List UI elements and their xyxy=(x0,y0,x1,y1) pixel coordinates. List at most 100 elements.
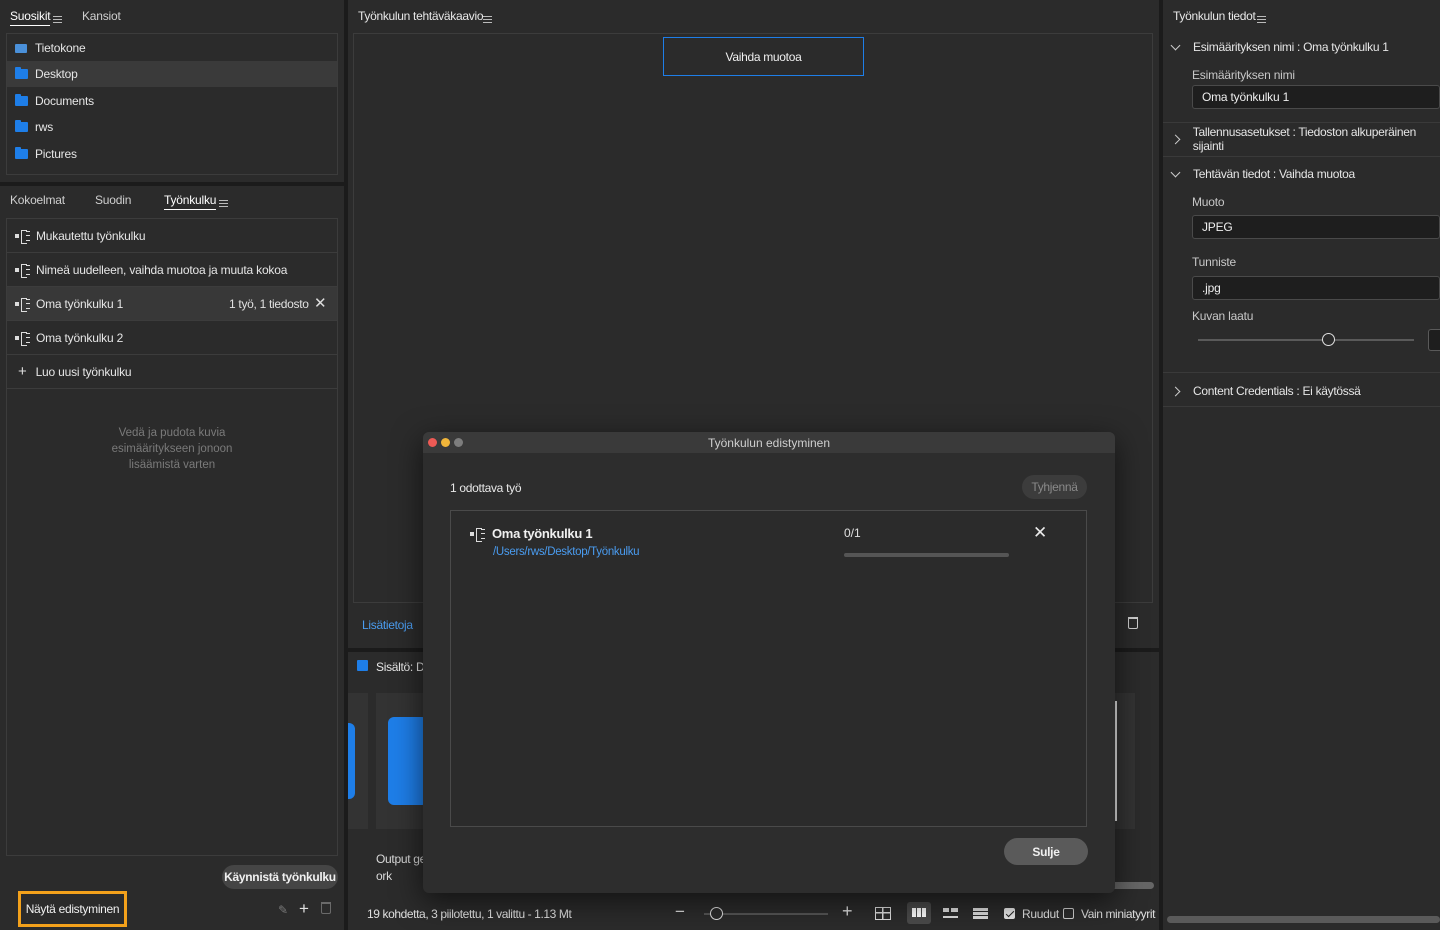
tab-favorites[interactable]: Suosikit xyxy=(10,9,51,26)
grid-view-button[interactable] xyxy=(871,902,895,924)
delete-task-icon[interactable] xyxy=(1128,617,1138,629)
favorite-computer[interactable]: Tietokone xyxy=(7,35,337,61)
extension-label: Tunniste xyxy=(1192,255,1236,269)
drop-hint-line: esimääritykseen jonoon xyxy=(111,443,233,455)
remove-workflow-icon[interactable]: ✕ xyxy=(314,294,327,312)
folder-icon xyxy=(15,67,28,79)
folder-icon xyxy=(15,94,28,106)
grid-checkbox-label: Ruudut xyxy=(1022,907,1059,921)
thumbnail-view-button[interactable] xyxy=(907,902,931,924)
add-icon[interactable]: + xyxy=(299,899,309,919)
list-view-button[interactable] xyxy=(968,902,992,924)
folder-icon xyxy=(388,717,428,805)
section-label: Esimäärityksen nimi : Oma työnkulku 1 xyxy=(1193,40,1389,54)
workflow-details-title: Työnkulun tiedot xyxy=(1173,9,1256,23)
workflow-label: Oma työnkulku 1 xyxy=(36,296,124,311)
workflow-icon xyxy=(470,528,486,542)
thumbs-only-checkbox[interactable] xyxy=(1063,908,1074,919)
format-select[interactable]: JPEG xyxy=(1192,215,1440,239)
favorite-label: rws xyxy=(35,120,54,134)
favorites-menu-icon[interactable] xyxy=(53,16,62,24)
section-content-credentials[interactable]: Content Credentials : Ei käytössä xyxy=(1167,374,1440,408)
section-task-details[interactable]: Tehtävän tiedot : Vaihda muotoa xyxy=(1167,157,1440,191)
start-workflow-button[interactable]: Käynnistä työnkulku xyxy=(222,865,338,889)
tab-folders[interactable]: Kansiot xyxy=(82,9,121,23)
chevron-right-icon xyxy=(1170,134,1181,144)
job-name: Oma työnkulku 1 xyxy=(492,526,593,541)
minimize-window-icon[interactable] xyxy=(441,438,450,447)
output-text: Output ger xyxy=(376,852,430,866)
workflow-label: Nimeä uudelleen, vaihda muotoa ja muuta … xyxy=(36,262,288,277)
zoom-window-icon[interactable] xyxy=(454,438,463,447)
divider xyxy=(1163,406,1440,407)
list-icon xyxy=(972,907,988,919)
task-diagram-title: Työnkulun tehtäväkaavio xyxy=(358,9,484,23)
job-count: 0/1 xyxy=(844,526,861,540)
workflow-meta: 1 työ, 1 tiedosto xyxy=(229,297,309,311)
workflow-item-custom[interactable]: Mukautettu työnkulku xyxy=(7,219,337,253)
trash-icon[interactable] xyxy=(321,902,331,914)
workflow-icon xyxy=(15,229,31,244)
quality-slider[interactable] xyxy=(1198,339,1414,341)
drop-hint-line: lisäämistä varten xyxy=(128,459,216,471)
job-progress-bar xyxy=(844,553,1009,557)
tab-filter[interactable]: Suodin xyxy=(95,193,131,207)
favorite-pictures[interactable]: Pictures xyxy=(7,141,337,167)
section-preset-name[interactable]: Esimäärityksen nimi : Oma työnkulku 1 xyxy=(1167,30,1440,64)
workflow-icon xyxy=(15,297,31,312)
zoom-out-icon[interactable]: − xyxy=(675,902,685,922)
favorite-label: Documents xyxy=(35,94,94,108)
quality-label: Kuvan laatu xyxy=(1192,309,1254,323)
section-label: Tehtävän tiedot : Vaihda muotoa xyxy=(1193,167,1355,181)
job-path-link[interactable]: /Users/rws/Desktop/Työnkulku xyxy=(493,546,640,558)
zoom-in-icon[interactable]: + xyxy=(842,901,853,922)
status-text: 19 kohdetta, 3 piilotettu, 1 valittu - 1… xyxy=(367,907,572,921)
close-dialog-button[interactable]: Sulje xyxy=(1004,838,1088,865)
thumbnail-1[interactable] xyxy=(348,693,368,829)
right-scrollbar[interactable] xyxy=(1167,916,1440,923)
show-progress-button[interactable]: Näytä edistyminen xyxy=(18,891,127,927)
task-node-convert[interactable]: Vaihda muotoa xyxy=(663,37,864,76)
chevron-down-icon xyxy=(1170,167,1181,177)
thumbnail-3[interactable] xyxy=(1115,693,1135,829)
workflow-menu-icon[interactable] xyxy=(219,200,228,208)
preset-name-input[interactable]: Oma työnkulku 1 xyxy=(1192,85,1440,109)
preset-name-label: Esimäärityksen nimi xyxy=(1192,68,1295,82)
folder-icon xyxy=(15,120,28,132)
task-diagram-menu-icon[interactable] xyxy=(483,16,492,24)
workflow-item-own-2[interactable]: Oma työnkulku 2 xyxy=(7,321,337,355)
quality-slider-thumb[interactable] xyxy=(1321,333,1335,346)
detail-view-button[interactable] xyxy=(938,902,962,924)
create-workflow-item[interactable]: + Luo uusi työnkulku xyxy=(7,355,337,389)
output-text: ork xyxy=(376,869,392,883)
job-list: Oma työnkulku 1 /Users/rws/Desktop/Työnk… xyxy=(450,510,1087,827)
close-window-icon[interactable] xyxy=(428,438,437,447)
format-label: Muoto xyxy=(1192,195,1225,209)
grid-icon xyxy=(875,906,891,920)
section-save-settings[interactable]: Tallennusasetukset : Tiedoston alkuperäi… xyxy=(1167,122,1440,156)
more-info-link[interactable]: Lisätietoja xyxy=(362,618,413,632)
edit-icon[interactable]: ✎ xyxy=(278,903,288,917)
drop-hint-line: Vedä ja pudota kuvia xyxy=(118,427,226,439)
workflow-item-own-1[interactable]: Oma työnkulku 1 1 työ, 1 tiedosto ✕ xyxy=(7,287,337,321)
computer-icon xyxy=(15,43,27,53)
cancel-job-icon[interactable]: ✕ xyxy=(1033,523,1047,543)
image-edge xyxy=(1115,701,1117,821)
workflow-details-menu-icon[interactable] xyxy=(1257,16,1266,24)
workflow-icon xyxy=(15,263,31,278)
dialog-title-bar: Työnkulun edistyminen xyxy=(423,432,1115,453)
extension-select[interactable]: .jpg xyxy=(1192,276,1440,300)
grid-checkbox[interactable] xyxy=(1004,908,1015,919)
clear-button[interactable]: Tyhjennä xyxy=(1022,475,1087,499)
tab-collections[interactable]: Kokoelmat xyxy=(10,193,65,207)
favorite-desktop[interactable]: Desktop xyxy=(7,61,337,87)
zoom-slider-thumb[interactable] xyxy=(710,907,724,920)
workflow-label: Mukautettu työnkulku xyxy=(36,228,146,243)
folder-icon xyxy=(15,147,28,159)
divider xyxy=(1163,372,1440,373)
workflow-item-rename[interactable]: Nimeä uudelleen, vaihda muotoa ja muuta … xyxy=(7,253,337,287)
favorite-documents[interactable]: Documents xyxy=(7,88,337,114)
quality-value-field[interactable] xyxy=(1428,329,1440,351)
tab-workflow[interactable]: Työnkulku xyxy=(164,193,216,210)
favorite-rws[interactable]: rws xyxy=(7,114,337,140)
